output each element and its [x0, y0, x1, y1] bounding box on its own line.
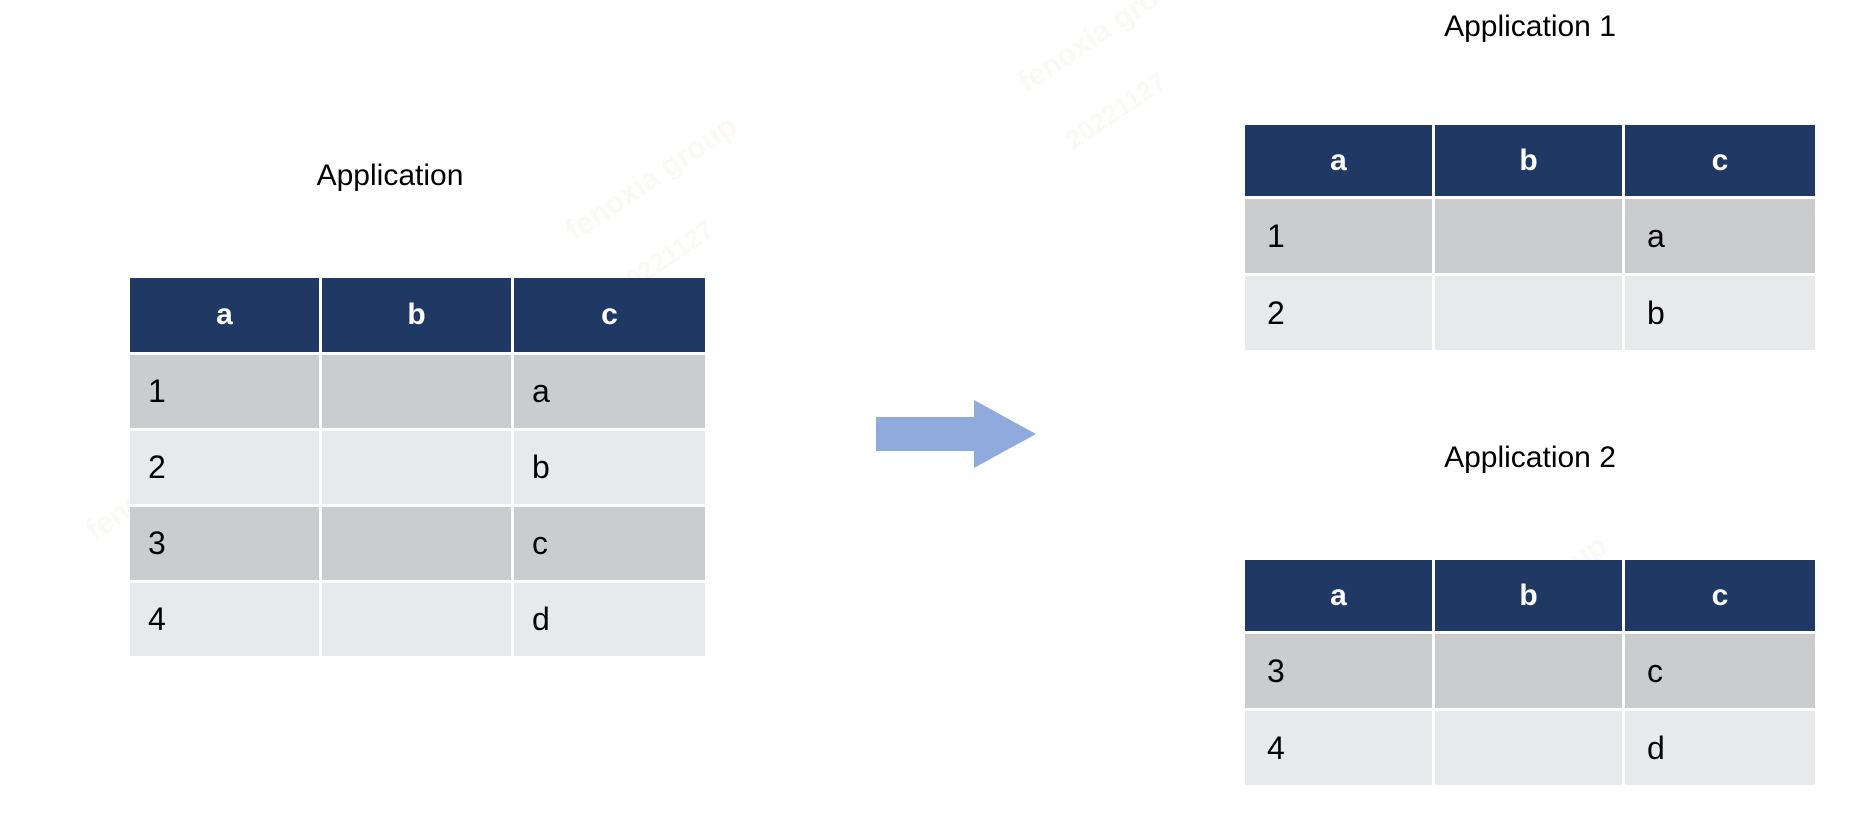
source-table: a b c 1 a 2 b 3 c 4 d [130, 278, 705, 656]
table-row: 1 a [130, 352, 705, 428]
right-arrow-icon [876, 400, 1036, 468]
cell-a: 4 [130, 580, 322, 656]
table-header-row: a b c [130, 278, 705, 352]
table-row: 2 b [1245, 273, 1815, 350]
cell-c: a [1625, 196, 1815, 273]
cell-b [322, 504, 514, 580]
target-2-table-title: Application 2 [1444, 441, 1616, 474]
column-header-a: a [130, 278, 322, 352]
cell-c: c [514, 504, 705, 580]
column-header-a: a [1245, 125, 1435, 196]
table-header-row: a b c [1245, 560, 1815, 631]
target-1-table: a b c 1 a 2 b [1245, 125, 1815, 350]
column-header-b: b [322, 278, 514, 352]
column-header-c: c [514, 278, 705, 352]
table-row: 3 c [1245, 631, 1815, 708]
table-row: 2 b [130, 428, 705, 504]
watermark-text: 20221127 [1060, 66, 1172, 155]
table-row: 3 c [130, 504, 705, 580]
cell-b [322, 352, 514, 428]
cell-a: 3 [130, 504, 322, 580]
cell-a: 1 [1245, 196, 1435, 273]
cell-b [1435, 631, 1625, 708]
cell-b [322, 428, 514, 504]
column-header-c: c [1625, 125, 1815, 196]
cell-c: b [514, 428, 705, 504]
cell-c: d [1625, 708, 1815, 785]
table-row: 4 d [130, 580, 705, 656]
cell-a: 2 [1245, 273, 1435, 350]
cell-b [1435, 708, 1625, 785]
cell-c: b [1625, 273, 1815, 350]
cell-c: d [514, 580, 705, 656]
column-header-a: a [1245, 560, 1435, 631]
source-table-title: Application [316, 159, 464, 192]
cell-a: 4 [1245, 708, 1435, 785]
column-header-b: b [1435, 560, 1625, 631]
cell-c: c [1625, 631, 1815, 708]
table-header-row: a b c [1245, 125, 1815, 196]
column-header-c: c [1625, 560, 1815, 631]
cell-a: 3 [1245, 631, 1435, 708]
watermark-text: fenoxia group [1012, 0, 1195, 100]
target-2-table: a b c 3 c 4 d [1245, 560, 1815, 785]
cell-c: a [514, 352, 705, 428]
table-row: 4 d [1245, 708, 1815, 785]
cell-a: 1 [130, 352, 322, 428]
cell-b [322, 580, 514, 656]
diagram-canvas: fenoxia group 20221127 fenoxia group 202… [0, 0, 1866, 818]
table-row: 1 a [1245, 196, 1815, 273]
cell-b [1435, 196, 1625, 273]
target-1-table-title: Application 1 [1444, 10, 1616, 43]
cell-a: 2 [130, 428, 322, 504]
cell-b [1435, 273, 1625, 350]
column-header-b: b [1435, 125, 1625, 196]
